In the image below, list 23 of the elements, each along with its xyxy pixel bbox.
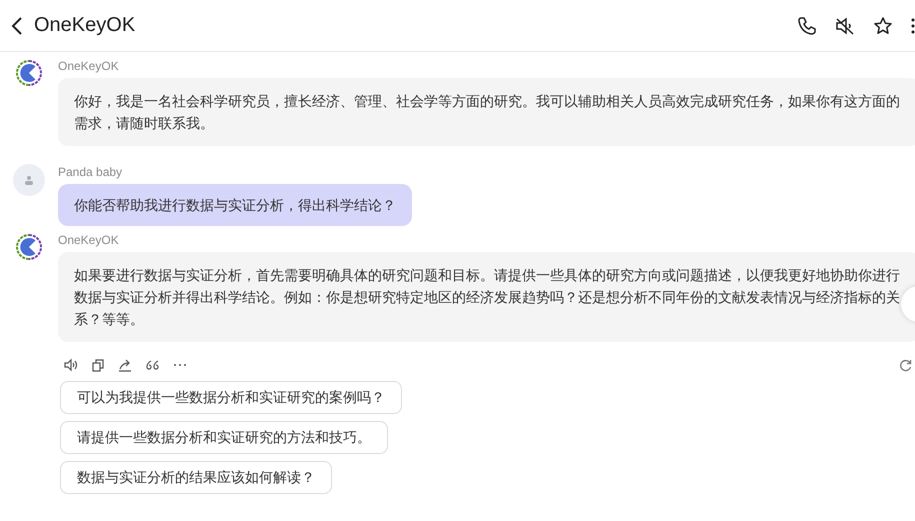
speaker-icon[interactable] (64, 358, 78, 372)
more-icon[interactable] (911, 16, 915, 34)
sender-name: Panda baby (58, 164, 124, 180)
mute-icon[interactable] (835, 16, 855, 36)
user-message-bubble: 你能否帮助我进行数据与实证分析，得出科学结论？ (58, 184, 412, 226)
share-icon[interactable] (118, 358, 132, 372)
star-icon[interactable] (873, 16, 893, 36)
bot-avatar (16, 60, 42, 86)
suggestion-chip[interactable]: 可以为我提供一些数据分析和实证研究的案例吗？ (60, 381, 402, 414)
more-options-icon[interactable] (173, 363, 187, 367)
copy-icon[interactable] (92, 358, 104, 372)
suggestion-chip[interactable]: 数据与实证分析的结果应该如何解读？ (60, 461, 332, 494)
phone-icon[interactable] (797, 16, 817, 36)
sender-name: OneKeyOK (58, 232, 120, 248)
sender-name: OneKeyOK (58, 58, 120, 74)
bot-avatar (16, 234, 42, 260)
suggestion-chip[interactable]: 请提供一些数据分析和实证研究的方法和技巧。 (60, 421, 388, 454)
quote-icon[interactable] (146, 360, 159, 370)
bot-message-bubble: 你好，我是一名社会科学研究员，擅长经济、管理、社会学等方面的研究。我可以辅助相关人员高效完成研究任务，如果你有这方面的需求，请随时联系我。 (58, 78, 915, 146)
bot-message-bubble: 如果要进行数据与实证分析，首先需要明确具体的研究问题和目标。请提供一些具体的研究方向或问题描述，以便我更好地协助你进行数据与实证分析并得出科学结论。例如：你是想研究特定地区的经济发展趋势吗？还是想分析不同年份的文献发表情况与经济指标的关系？等等。 (58, 252, 915, 342)
chat-title: OneKeyOK (34, 14, 136, 37)
refresh-icon[interactable] (899, 358, 912, 372)
user-avatar (13, 164, 45, 196)
